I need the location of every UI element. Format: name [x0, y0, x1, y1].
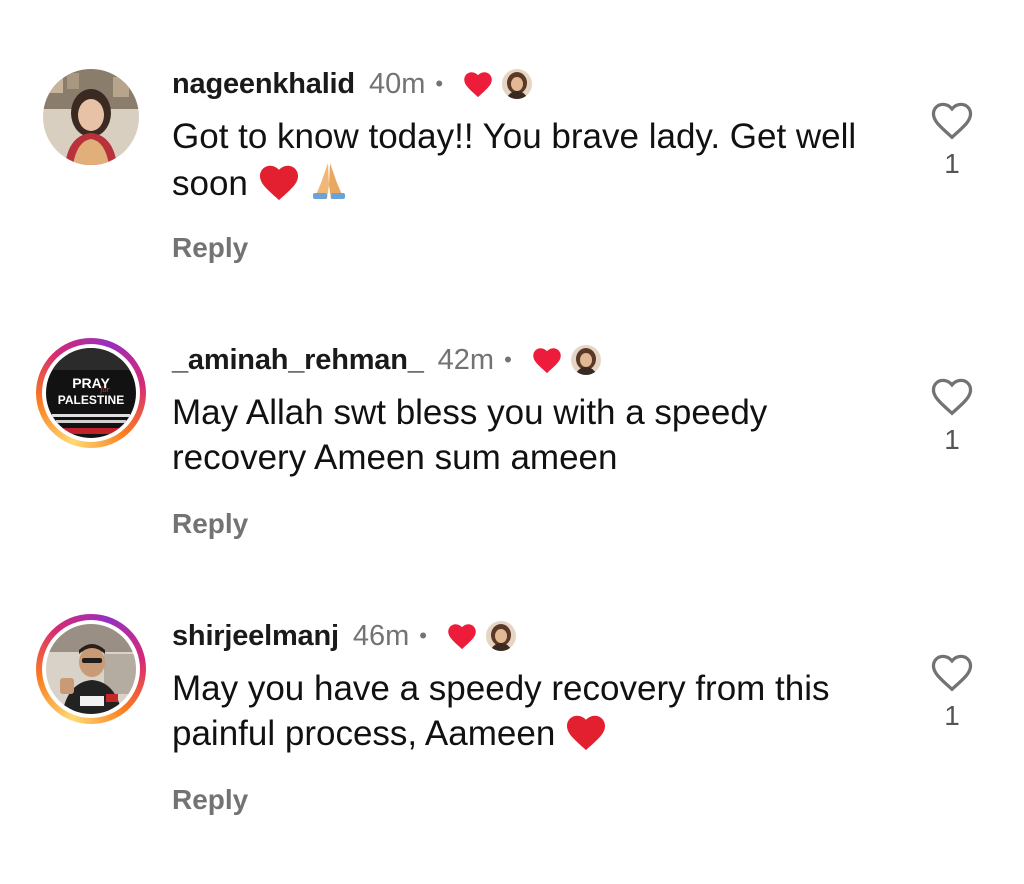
heart-icon: [533, 348, 561, 374]
folded-hands-emoji: [309, 159, 349, 212]
like-count: 1: [944, 700, 960, 731]
comment-body: May Allah swt bless you with a speedy re…: [172, 393, 768, 477]
comment-meta: shirjeelmanj 46m •: [172, 614, 517, 658]
story-ring-gap: [42, 620, 140, 718]
heart-outline-icon[interactable]: [930, 100, 974, 140]
like-count: 1: [944, 148, 960, 179]
heart-icon: [448, 624, 476, 650]
avatar[interactable]: [36, 62, 146, 172]
heart-icon: [464, 72, 492, 98]
creator-avatar: [484, 620, 517, 652]
comment-text: May Allah swt bless you with a speedy re…: [172, 390, 872, 480]
reply-button[interactable]: Reply: [172, 232, 248, 264]
comment-item: nageenkhalid 40m • Got to know today!! Y…: [0, 62, 1024, 332]
creator-avatar: [569, 344, 602, 376]
comment-item: PRAY for PALESTINE _aminah_rehman_ 42m •: [0, 338, 1024, 608]
separator-dot: •: [419, 623, 427, 648]
story-ring-gap: PRAY for PALESTINE: [42, 344, 140, 442]
like-count: 1: [944, 424, 960, 455]
red-heart-emoji: [258, 163, 300, 212]
comment-item: shirjeelmanj 46m • May you have a speedy…: [0, 614, 1024, 884]
creator-avatar: [501, 68, 534, 100]
avatar-image: PRAY for PALESTINE: [46, 348, 136, 438]
heart-outline-icon[interactable]: [930, 376, 974, 416]
timestamp: 42m: [437, 343, 495, 376]
comment-text: May you have a speedy recovery from this…: [172, 666, 892, 762]
red-heart-emoji: [565, 713, 607, 762]
avatar[interactable]: PRAY for PALESTINE: [36, 338, 146, 448]
comment-body: May you have a speedy recovery from this…: [172, 669, 830, 753]
separator-dot: •: [435, 71, 444, 96]
like-column: 1: [922, 652, 982, 732]
timestamp: 40m: [368, 67, 426, 100]
reply-button[interactable]: Reply: [172, 784, 248, 816]
comment-meta: nageenkhalid 40m •: [172, 62, 534, 106]
username[interactable]: shirjeelmanj: [172, 620, 339, 653]
comment-text: Got to know today!! You brave lady. Get …: [172, 114, 872, 212]
heart-outline-icon[interactable]: [930, 652, 974, 692]
liked-by-creator-badge: [447, 618, 517, 654]
avatar-text-palestine: PALESTINE: [58, 393, 124, 407]
separator-dot: •: [504, 347, 512, 372]
comment-meta: _aminah_rehman_ 42m •: [172, 338, 602, 382]
username[interactable]: _aminah_rehman_: [172, 344, 424, 377]
avatar-image: [46, 624, 136, 714]
like-column: 1: [922, 100, 982, 180]
reply-button[interactable]: Reply: [172, 508, 248, 540]
timestamp: 46m: [352, 619, 410, 652]
avatar[interactable]: [36, 614, 146, 724]
username[interactable]: nageenkhalid: [172, 68, 355, 101]
liked-by-creator-badge: [463, 66, 534, 102]
like-column: 1: [922, 376, 982, 456]
liked-by-creator-badge: [532, 342, 602, 378]
avatar-image: [43, 69, 139, 165]
